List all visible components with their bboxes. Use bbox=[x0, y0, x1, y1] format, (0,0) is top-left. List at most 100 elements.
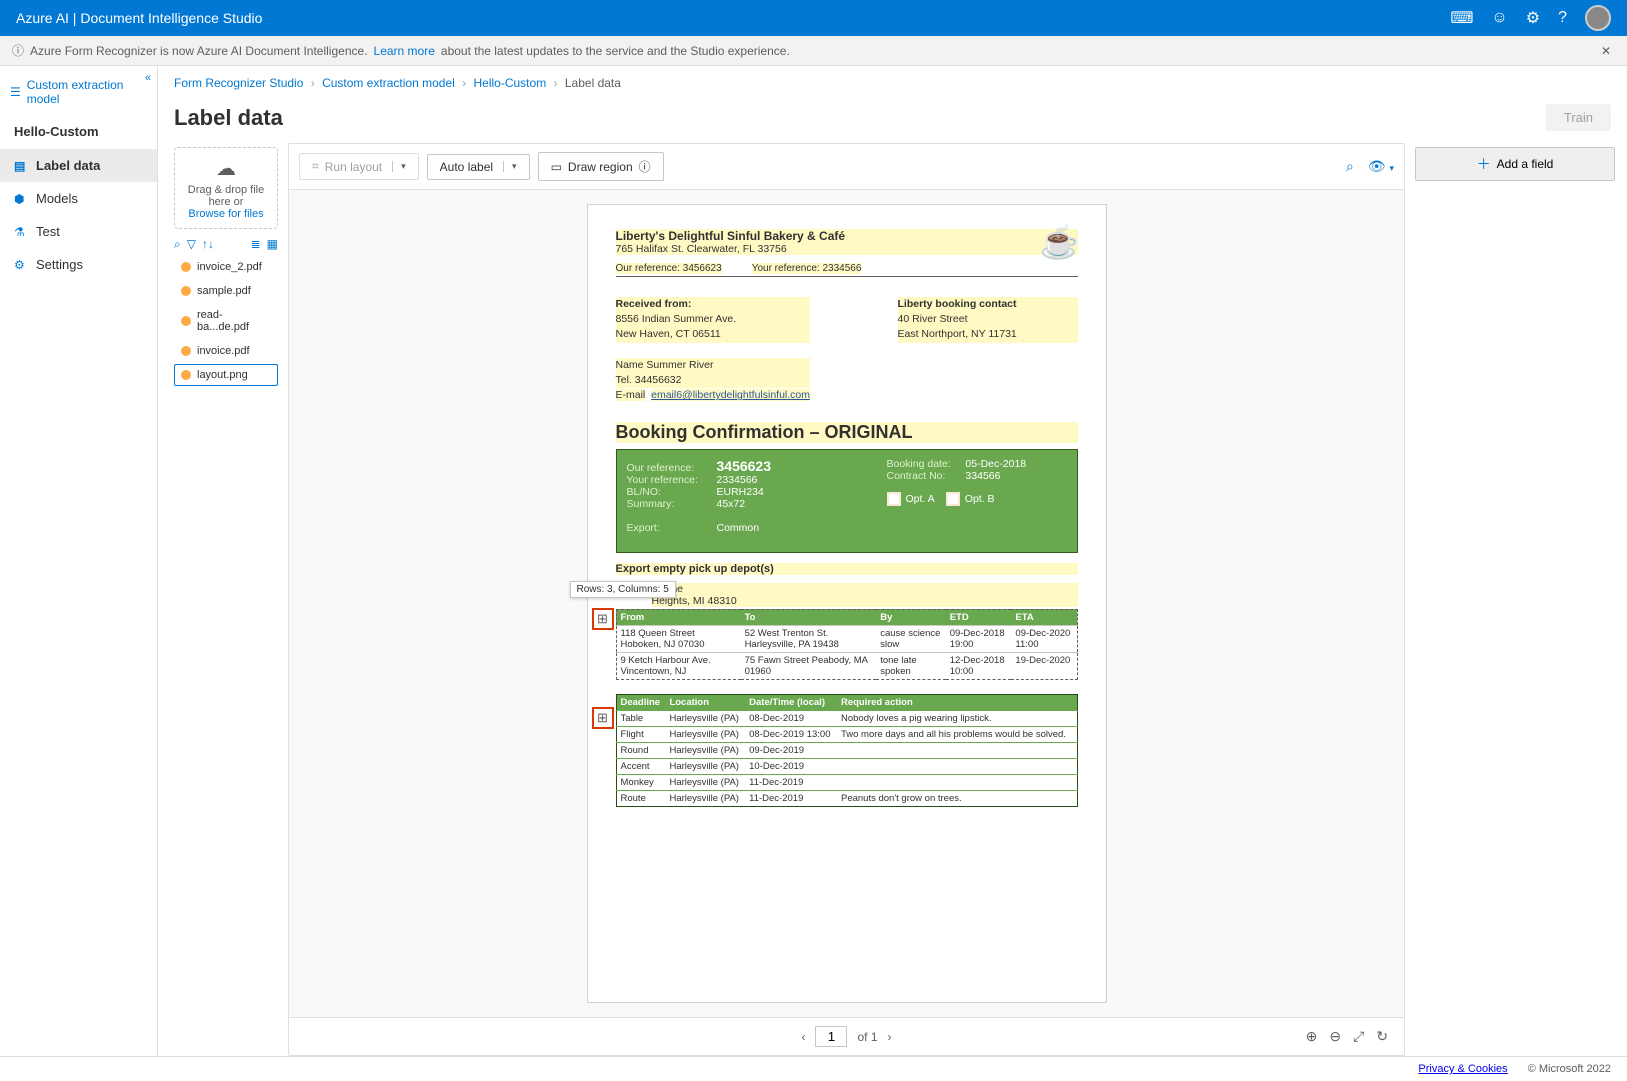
add-field-button[interactable]: ＋ Add a field bbox=[1415, 147, 1615, 181]
close-icon[interactable]: ✕ bbox=[1597, 44, 1615, 58]
chevron-right-icon: › bbox=[554, 76, 558, 90]
page-header: Label data Train bbox=[158, 100, 1627, 143]
zoom-in-icon[interactable]: ⊕ bbox=[1306, 1028, 1318, 1045]
crumb-current: Label data bbox=[565, 76, 621, 90]
train-button[interactable]: Train bbox=[1546, 104, 1611, 131]
run-layout-button[interactable]: ⌗ Run layout ▾ bbox=[299, 153, 419, 180]
contact-name: Name Summer River bbox=[616, 358, 811, 373]
depot-heading: Export empty pick up depot(s) bbox=[616, 563, 1078, 575]
document-canvas[interactable]: ☕ Liberty's Delightful Sinful Bakery & C… bbox=[289, 190, 1404, 1017]
filter-icon[interactable]: ▽ bbox=[187, 237, 196, 252]
status-dot-icon bbox=[181, 286, 191, 296]
file-item[interactable]: layout.png bbox=[174, 364, 278, 386]
sidebar-item-models[interactable]: ⬢ Models bbox=[0, 182, 157, 215]
email-link[interactable]: email6@libertydelightfulsinful.com bbox=[651, 389, 810, 401]
sidebar-item-label: Label data bbox=[36, 158, 100, 173]
table-row: MonkeyHarleysville (PA)11-Dec-2019 bbox=[616, 774, 1077, 790]
value: 45x72 bbox=[717, 498, 746, 510]
value: 3456623 bbox=[717, 458, 772, 474]
breadcrumb: Form Recognizer Studio › Custom extracti… bbox=[158, 66, 1627, 100]
status-dot-icon bbox=[181, 316, 191, 326]
search-icon[interactable]: ⌕ bbox=[174, 237, 181, 252]
file-item[interactable]: read-ba...de.pdf bbox=[174, 304, 278, 338]
recv-line: New Haven, CT 06511 bbox=[616, 327, 811, 342]
auto-label-button[interactable]: Auto label ▾ bbox=[427, 154, 530, 180]
crumb-model[interactable]: Custom extraction model bbox=[322, 76, 455, 90]
table-row: TableHarleysville (PA)08-Dec-2019Nobody … bbox=[616, 710, 1077, 726]
list-icon: ☰ bbox=[10, 85, 21, 99]
file-panel: ☁ Drag & drop file here or Browse for fi… bbox=[174, 143, 278, 1056]
dropzone[interactable]: ☁ Drag & drop file here or Browse for fi… bbox=[174, 147, 278, 229]
browse-link[interactable]: Browse for files bbox=[188, 208, 263, 220]
draw-region-button[interactable]: ▭ Draw region ⓘ bbox=[538, 152, 664, 181]
chevron-right-icon: › bbox=[462, 76, 466, 90]
app-title: Azure AI | Document Intelligence Studio bbox=[16, 10, 1450, 26]
sidebar-item-test[interactable]: ⚗ Test bbox=[0, 215, 157, 248]
button-label: Add a field bbox=[1497, 157, 1554, 171]
file-item[interactable]: invoice_2.pdf bbox=[174, 256, 278, 278]
document-page: ☕ Liberty's Delightful Sinful Bakery & C… bbox=[587, 204, 1107, 1003]
label: Our reference: bbox=[627, 462, 717, 474]
value: 334566 bbox=[965, 470, 1000, 482]
label-data-icon: ▤ bbox=[14, 159, 28, 173]
keyboard-icon[interactable]: ⌨ bbox=[1450, 8, 1473, 28]
sidebar-heading: ☰ Custom extraction model bbox=[0, 70, 157, 114]
opt-a-label: Opt. A bbox=[906, 492, 935, 504]
next-page-icon[interactable]: › bbox=[888, 1030, 892, 1044]
contact-tel: Tel. 34456632 bbox=[616, 373, 811, 388]
table-icon[interactable]: ⊞ bbox=[592, 608, 614, 630]
banner-suffix: about the latest updates to the service … bbox=[441, 44, 790, 58]
sidebar-collapse-icon[interactable]: « bbox=[145, 72, 151, 84]
cloud-upload-icon: ☁ bbox=[181, 156, 271, 181]
table-icon[interactable]: ⊞ bbox=[592, 707, 614, 729]
file-item[interactable]: sample.pdf bbox=[174, 280, 278, 302]
feedback-icon[interactable]: ☺ bbox=[1491, 9, 1507, 27]
sidebar-item-label: Test bbox=[36, 224, 60, 239]
info-icon: ⓘ bbox=[639, 158, 651, 175]
company-name: Liberty's Delightful Sinful Bakery & Caf… bbox=[616, 229, 1078, 243]
crumb-project[interactable]: Hello-Custom bbox=[474, 76, 547, 90]
plus-icon: ＋ bbox=[1477, 154, 1491, 174]
rotate-icon[interactable]: ↻ bbox=[1376, 1028, 1388, 1045]
table-row: FlightHarleysville (PA)08-Dec-2019 13:00… bbox=[616, 726, 1077, 742]
info-icon: ⓘ bbox=[12, 42, 24, 59]
coffee-mug-icon: ☕ bbox=[1040, 223, 1080, 261]
file-item[interactable]: invoice.pdf bbox=[174, 340, 278, 362]
deadline-table: DeadlineLocationDate/Time (local)Require… bbox=[616, 694, 1078, 807]
depot-line: s Lane bbox=[652, 583, 1078, 595]
sort-icon[interactable]: ↑↓ bbox=[202, 237, 214, 252]
file-tools: ⌕ ▽ ↑↓ ≣ ▦ bbox=[174, 237, 278, 252]
learn-more-link[interactable]: Learn more bbox=[374, 44, 435, 58]
label: Contract No: bbox=[887, 470, 963, 482]
th: Required action bbox=[837, 694, 1077, 710]
checkbox-icon bbox=[887, 492, 901, 506]
grid-view-icon[interactable]: ▦ bbox=[267, 237, 278, 252]
help-icon[interactable]: ? bbox=[1558, 9, 1567, 27]
visibility-icon[interactable]: 👁 ▾ bbox=[1368, 158, 1394, 175]
file-name: sample.pdf bbox=[197, 285, 251, 297]
main: Form Recognizer Studio › Custom extracti… bbox=[158, 66, 1627, 1056]
chevron-down-icon[interactable]: ▾ bbox=[503, 161, 517, 172]
privacy-link[interactable]: Privacy & Cookies bbox=[1418, 1063, 1507, 1075]
models-icon: ⬢ bbox=[14, 192, 28, 206]
avatar[interactable] bbox=[1585, 5, 1611, 31]
file-name: invoice_2.pdf bbox=[197, 261, 262, 273]
sidebar-item-settings[interactable]: ⚙ Settings bbox=[0, 248, 157, 281]
fit-icon[interactable]: ⤢ bbox=[1353, 1028, 1364, 1045]
dropzone-text: Drag & drop file here or bbox=[181, 184, 271, 208]
zoom-out-icon[interactable]: ⊖ bbox=[1329, 1028, 1341, 1045]
prev-page-icon[interactable]: ‹ bbox=[801, 1030, 805, 1044]
sidebar-item-label-data[interactable]: ▤ Label data bbox=[0, 149, 157, 182]
list-view-icon[interactable]: ≣ bbox=[251, 237, 261, 252]
page-input[interactable] bbox=[815, 1026, 847, 1047]
toolbar-right: ⌕ 👁 ▾ bbox=[1346, 158, 1394, 175]
button-label: Draw region bbox=[568, 160, 633, 174]
settings-icon[interactable]: ⚙ bbox=[1526, 8, 1540, 28]
th: By bbox=[876, 609, 945, 625]
crumb-studio[interactable]: Form Recognizer Studio bbox=[174, 76, 303, 90]
chevron-down-icon[interactable]: ▾ bbox=[392, 161, 406, 172]
search-icon[interactable]: ⌕ bbox=[1346, 158, 1354, 175]
test-icon: ⚗ bbox=[14, 225, 28, 239]
depot-line: Heights, MI 48310 bbox=[652, 595, 1078, 607]
sidebar: « ☰ Custom extraction model Hello-Custom… bbox=[0, 66, 158, 1056]
